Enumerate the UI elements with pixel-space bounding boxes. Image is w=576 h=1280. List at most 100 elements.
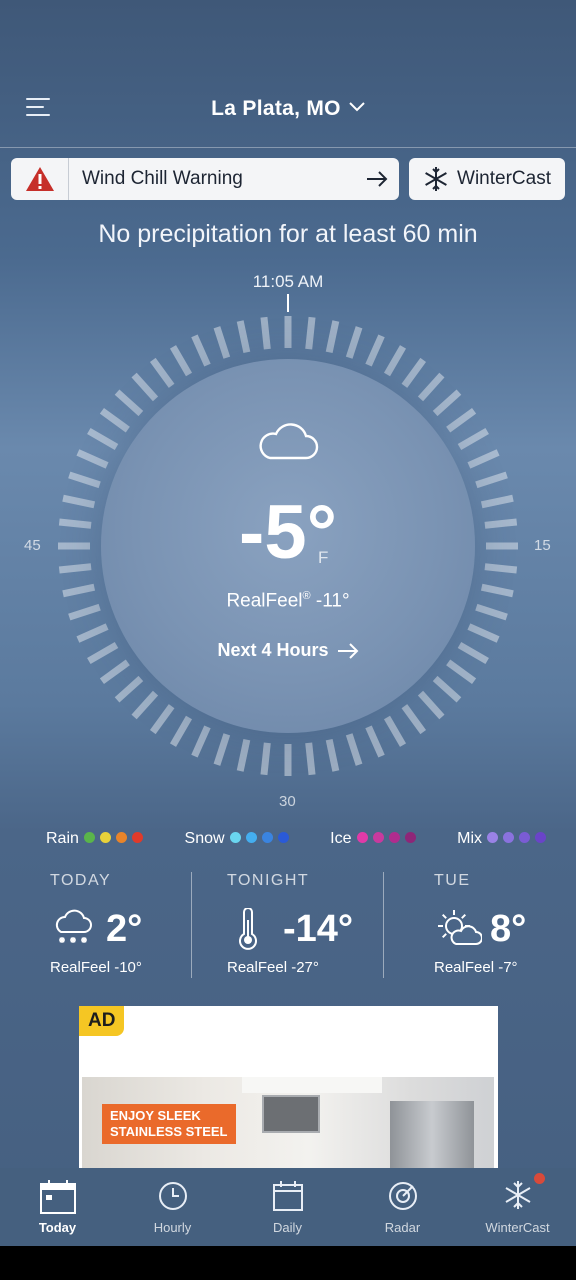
dial-tick — [114, 675, 144, 703]
ad-microwave — [262, 1095, 320, 1133]
dial-tick — [213, 326, 231, 359]
forecast-today[interactable]: TODAY 2° RealFeel -10° — [50, 872, 142, 978]
dial-tick — [149, 357, 175, 388]
nav-label: Daily — [273, 1220, 302, 1235]
ad-fridge — [390, 1101, 474, 1168]
day-realfeel: RealFeel -7° — [434, 959, 518, 976]
advertisement[interactable]: ENJOY SLEEK STAINLESS STEEL AD — [79, 1006, 498, 1168]
legend-color-dot — [487, 832, 498, 843]
legend-color-dot — [372, 832, 384, 843]
legend-color-dot — [404, 832, 416, 843]
ad-cabinet — [242, 1077, 382, 1093]
notification-dot — [534, 1173, 545, 1184]
warning-icon — [11, 158, 69, 200]
legend-label: Snow — [184, 830, 225, 847]
dial-tick — [305, 316, 316, 350]
alert-text: Wind Chill Warning — [82, 168, 243, 189]
dial-tick — [191, 334, 211, 367]
forecast-tue[interactable]: TUE 8° RealFeel -7° — [434, 872, 526, 978]
dial-tick — [345, 326, 363, 359]
forecast-divider — [383, 872, 384, 978]
legend-label: Rain — [46, 830, 79, 847]
legend-rain: Rain — [46, 830, 143, 848]
legend-snow: Snow — [185, 830, 289, 848]
legend-color-dot — [356, 832, 368, 843]
dial-tick — [383, 345, 407, 377]
dial-tick — [99, 659, 130, 685]
forecast-tonight[interactable]: TONIGHT -14° RealFeel -27° — [227, 872, 353, 978]
legend-color-dot — [503, 832, 514, 843]
dial-tick — [432, 675, 462, 703]
day-temp: -14° — [283, 908, 354, 950]
day-realfeel: RealFeel -10° — [50, 959, 142, 976]
dial-tick — [213, 733, 231, 766]
dial-tick — [236, 320, 251, 354]
realfeel-value: -11° — [310, 590, 350, 612]
nav-label: Today — [38, 1220, 77, 1235]
forecast-divider — [191, 872, 192, 978]
dial-tick — [149, 704, 175, 735]
ad-headline: ENJOY SLEEK STAINLESS STEEL — [102, 1104, 236, 1144]
dial-tick — [467, 623, 500, 643]
dial-tick — [305, 742, 316, 776]
realfeel-registered-mark: ® — [302, 590, 311, 602]
legend-color-dot — [261, 832, 273, 843]
legend-label: Mix — [457, 830, 482, 847]
legend-color-dot — [245, 832, 257, 843]
nav-label: Hourly — [153, 1220, 192, 1235]
nav-radar[interactable]: Radar — [345, 1168, 460, 1246]
clock-icon — [115, 1180, 230, 1212]
dial-tick — [260, 742, 271, 776]
system-navigation-bar — [0, 1246, 576, 1280]
ad-image[interactable]: ENJOY SLEEK STAINLESS STEEL — [82, 1077, 494, 1168]
nav-today[interactable]: Today — [0, 1168, 115, 1246]
snowflake-icon — [425, 167, 447, 191]
legend-mix: Mix — [457, 830, 546, 848]
dial-tick — [236, 738, 251, 772]
wind-chill-alert[interactable]: Wind Chill Warning — [11, 158, 399, 200]
dial-tick — [383, 715, 407, 747]
current-temperature: -5° — [239, 490, 337, 575]
precip-legend: Rain Snow Ice Mix — [46, 830, 546, 848]
dial-tick — [76, 623, 109, 643]
dial-tick — [446, 407, 477, 433]
arrow-right-icon — [337, 643, 358, 659]
realfeel-prefix: RealFeel — [226, 590, 303, 612]
nav-hourly[interactable]: Hourly — [115, 1168, 230, 1246]
next-4-hours-link[interactable]: Next 4 Hours — [0, 640, 576, 661]
dial-tick — [260, 316, 271, 350]
nav-daily[interactable]: Daily — [230, 1168, 345, 1246]
nav-wintercast[interactable]: WinterCast — [460, 1168, 575, 1246]
chevron-down-icon — [349, 94, 365, 118]
day-label: TONIGHT — [227, 872, 310, 889]
dial-tick — [114, 389, 144, 417]
day-realfeel: RealFeel -27° — [227, 959, 319, 976]
precipitation-message: No precipitation for at least 60 min — [98, 220, 478, 248]
legend-color-dot — [277, 832, 289, 843]
dial-tick — [345, 733, 363, 766]
partly-sunny-icon — [434, 908, 483, 955]
dial-label-30: 30 — [279, 793, 296, 810]
wintercast-button[interactable]: WinterCast — [409, 158, 565, 200]
dial-tick — [417, 690, 445, 720]
dial-tick — [169, 715, 193, 747]
location-selector[interactable]: La Plata, MO — [0, 94, 576, 121]
dial-tick — [76, 449, 109, 469]
legend-color-dot — [115, 832, 127, 843]
legend-color-dot — [83, 832, 95, 843]
nav-label: WinterCast — [485, 1220, 550, 1235]
dial-tick — [131, 690, 159, 720]
dial-tick — [457, 427, 489, 451]
dial-tick — [475, 471, 508, 489]
dial-tick — [325, 738, 340, 772]
daily-forecast-strip: TODAY 2° RealFeel -10° TONIGHT -14° Real… — [0, 872, 576, 978]
calendar-today-icon — [0, 1180, 115, 1214]
legend-label: Ice — [330, 830, 352, 847]
dial-tick — [68, 471, 101, 489]
day-temp: 8° — [490, 908, 527, 950]
ad-headline-line: ENJOY SLEEK — [110, 1108, 201, 1123]
dial-tick — [417, 372, 445, 402]
app-header: La Plata, MO — [0, 0, 576, 148]
legend-ice: Ice — [330, 830, 416, 848]
dial-tick — [365, 725, 385, 758]
